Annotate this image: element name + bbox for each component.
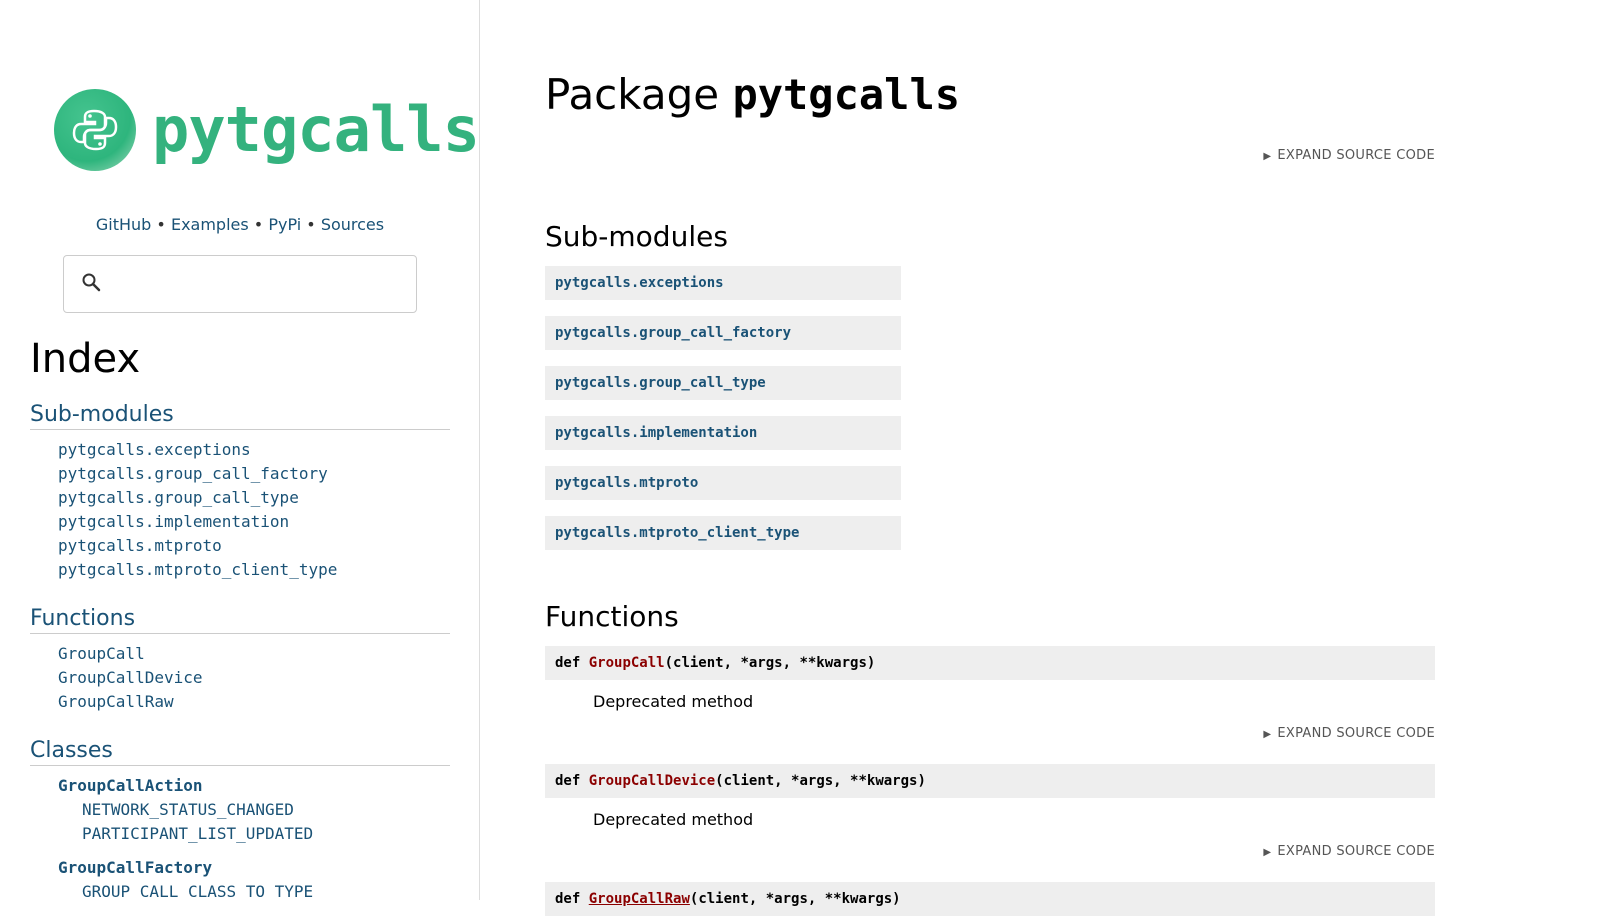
submodule-link[interactable]: pytgcalls.mtproto_client_type	[545, 516, 901, 550]
index-functions-link[interactable]: Functions	[30, 606, 135, 631]
python-logo-icon	[54, 89, 136, 171]
function-params: (client, *args, **kwargs)	[664, 655, 876, 671]
index-class-member[interactable]: PARTICIPANT_LIST_UPDATED	[58, 822, 450, 846]
index-classes-list: GroupCallAction NETWORK_STATUS_CHANGED P…	[30, 774, 450, 900]
page-title: Package pytgcalls	[545, 70, 960, 119]
def-keyword: def	[555, 655, 581, 671]
index-functions-heading[interactable]: Functions	[30, 606, 450, 634]
index-class-item[interactable]: GroupCallFactory	[58, 856, 450, 880]
function-signature: def GroupCallDevice(client, *args, **kwa…	[545, 764, 1435, 798]
expand-source-toggle[interactable]: ▶ EXPAND SOURCE CODE	[1263, 844, 1435, 859]
function-signature: def GroupCallRaw(client, *args, **kwargs…	[545, 882, 1435, 916]
link-separator: •	[253, 215, 264, 234]
search-input[interactable]	[114, 266, 408, 304]
functions-heading: Functions	[545, 600, 679, 633]
index-class-member[interactable]: NETWORK_STATUS_CHANGED	[58, 798, 450, 822]
index-classes-heading[interactable]: Classes	[30, 738, 450, 766]
submodule-link[interactable]: pytgcalls.mtproto	[545, 466, 901, 500]
main-content: Package pytgcalls ▶ EXPAND SOURCE CODE Su…	[545, 0, 1435, 916]
submodules-heading: Sub-modules	[545, 220, 728, 253]
index-submodule-item[interactable]: pytgcalls.exceptions	[58, 438, 450, 462]
triangle-right-icon: ▶	[1263, 847, 1272, 858]
triangle-right-icon: ▶	[1263, 729, 1272, 740]
submodule-link[interactable]: pytgcalls.group_call_type	[545, 366, 901, 400]
logo-text: pytgcalls	[152, 93, 479, 166]
index-class-item[interactable]: GroupCallAction	[58, 774, 450, 798]
function-params: (client, *args, **kwargs)	[715, 773, 926, 789]
submodule-link[interactable]: pytgcalls.implementation	[545, 416, 901, 450]
triangle-right-icon: ▶	[1263, 151, 1272, 162]
index-submodule-item[interactable]: pytgcalls.implementation	[58, 510, 450, 534]
sidebar: pytgcalls GitHub • Examples • PyPi • Sou…	[0, 0, 480, 900]
index-submodule-item[interactable]: pytgcalls.mtproto	[58, 534, 450, 558]
index-submodule-item[interactable]: pytgcalls.mtproto_client_type	[58, 558, 450, 582]
sources-link[interactable]: Sources	[321, 215, 384, 234]
top-links: GitHub • Examples • PyPi • Sources	[0, 215, 479, 234]
function-name[interactable]: GroupCall	[589, 655, 665, 671]
submodule-link[interactable]: pytgcalls.group_call_factory	[545, 316, 901, 350]
page-title-package: pytgcalls	[732, 70, 961, 119]
index-functions-list: GroupCall GroupCallDevice GroupCallRaw	[30, 642, 450, 714]
index-function-item[interactable]: GroupCallRaw	[58, 690, 450, 714]
logo[interactable]: pytgcalls	[54, 89, 479, 171]
function-description: Deprecated method	[593, 810, 754, 829]
pypi-link[interactable]: PyPi	[268, 215, 301, 234]
index-submodules-heading[interactable]: Sub-modules	[30, 402, 450, 430]
function-params: (client, *args, **kwargs)	[689, 891, 901, 907]
link-separator: •	[156, 215, 166, 234]
page-title-prefix: Package	[545, 70, 720, 119]
index-classes-section: Classes GroupCallAction NETWORK_STATUS_C…	[30, 738, 450, 900]
search-box[interactable]	[63, 255, 417, 313]
def-keyword: def	[555, 891, 581, 907]
link-separator: •	[306, 215, 316, 234]
index-function-item[interactable]: GroupCall	[58, 642, 450, 666]
function-signature: def GroupCall(client, *args, **kwargs)	[545, 646, 1435, 680]
expand-source-toggle[interactable]: ▶ EXPAND SOURCE CODE	[1263, 148, 1435, 163]
search-icon[interactable]	[81, 272, 101, 296]
index-submodules-link[interactable]: Sub-modules	[30, 402, 174, 427]
expand-source-toggle[interactable]: ▶ EXPAND SOURCE CODE	[1263, 726, 1435, 741]
index-submodule-item[interactable]: pytgcalls.group_call_type	[58, 486, 450, 510]
function-name[interactable]: GroupCallDevice	[589, 773, 715, 789]
examples-link[interactable]: Examples	[171, 215, 249, 234]
index-submodule-item[interactable]: pytgcalls.group_call_factory	[58, 462, 450, 486]
index-classes-link[interactable]: Classes	[30, 738, 113, 763]
expand-source-label: EXPAND SOURCE CODE	[1277, 726, 1435, 741]
submodule-link[interactable]: pytgcalls.exceptions	[545, 266, 901, 300]
def-keyword: def	[555, 773, 581, 789]
expand-source-label: EXPAND SOURCE CODE	[1277, 844, 1435, 859]
function-name[interactable]: GroupCallRaw	[589, 891, 690, 907]
function-description: Deprecated method	[593, 692, 754, 711]
index-submodules-list: pytgcalls.exceptions pytgcalls.group_cal…	[30, 438, 450, 582]
index-class-member[interactable]: GROUP_CALL_CLASS_TO_TYPE	[58, 880, 450, 900]
expand-source-label: EXPAND SOURCE CODE	[1277, 148, 1435, 163]
index-function-item[interactable]: GroupCallDevice	[58, 666, 450, 690]
index-submodules-section: Sub-modules pytgcalls.exceptions pytgcal…	[30, 402, 450, 582]
index-functions-section: Functions GroupCall GroupCallDevice Grou…	[30, 606, 450, 714]
github-link[interactable]: GitHub	[96, 215, 151, 234]
index-title: Index	[30, 336, 141, 382]
